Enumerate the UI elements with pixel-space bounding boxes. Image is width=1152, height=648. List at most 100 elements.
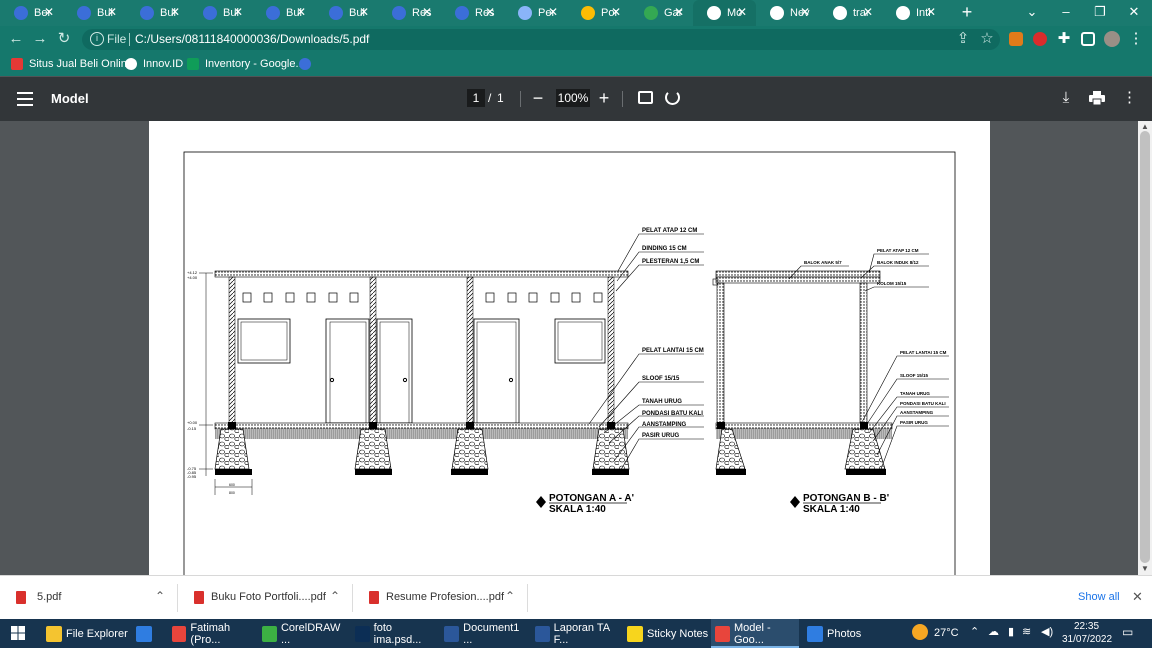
scroll-up-icon[interactable]: ▲ — [1140, 123, 1150, 131]
app-icon — [262, 625, 277, 642]
tab-close-icon[interactable]: ✕ — [610, 6, 622, 18]
tab-close-icon[interactable]: ✕ — [547, 6, 559, 18]
chevron-up-icon[interactable]: ⌃ — [155, 589, 165, 603]
taskbar-app[interactable]: Laporan TA F... — [531, 619, 621, 648]
print-icon[interactable] — [1089, 91, 1105, 105]
browser-tab[interactable]: Res ✕ — [441, 0, 504, 26]
browser-tab[interactable]: Gar ✕ — [630, 0, 693, 26]
minimize-button[interactable]: – — [1056, 3, 1076, 21]
browser-tab[interactable]: Bul ✕ — [252, 0, 315, 26]
tab-close-icon[interactable]: ✕ — [358, 6, 370, 18]
taskbar-app[interactable]: File Explorer — [42, 619, 130, 648]
zoom-input[interactable]: 100% — [556, 89, 590, 107]
tab-close-icon[interactable]: ✕ — [673, 6, 685, 18]
browser-tab[interactable]: Bul ✕ — [63, 0, 126, 26]
download-item[interactable]: Resume Profesion....pdf ⌃ — [353, 576, 528, 620]
taskbar-app[interactable]: CorelDRAW ... — [258, 619, 348, 648]
tab-close-icon[interactable]: ✕ — [925, 6, 937, 18]
sidebar-menu-icon[interactable] — [17, 92, 33, 106]
download-item[interactable]: Buku Foto Portfoli....pdf ⌃ — [178, 576, 353, 620]
taskbar-app[interactable]: Document1 ... — [440, 619, 528, 648]
show-all-link[interactable]: Show all — [1078, 591, 1120, 603]
install-app-icon[interactable]: ⇪ — [954, 30, 972, 48]
tab-close-icon[interactable]: ✕ — [232, 6, 244, 18]
tab-close-icon[interactable]: ✕ — [799, 6, 811, 18]
address-bar[interactable]: i File C:/Users/08111840000036/Downloads… — [82, 29, 1000, 50]
forward-icon[interactable]: → — [31, 30, 49, 48]
chrome-menu-icon[interactable]: ⋮ — [1127, 30, 1145, 48]
browser-tab[interactable]: Inti ✕ — [882, 0, 945, 26]
bookmark-item[interactable] — [299, 57, 317, 71]
profile-avatar[interactable] — [1104, 31, 1120, 47]
extension-icon-1[interactable] — [1009, 32, 1023, 46]
scrollbar-thumb[interactable] — [1140, 131, 1150, 563]
chevron-up-icon[interactable]: ⌃ — [505, 589, 515, 603]
clock-time[interactable]: 22:35 — [1074, 621, 1099, 632]
tab-close-icon[interactable]: ✕ — [484, 6, 496, 18]
browser-tab[interactable]: Bul ✕ — [189, 0, 252, 26]
tab-close-icon[interactable]: ✕ — [43, 6, 55, 18]
download-icon[interactable]: ⤓ — [1059, 90, 1073, 106]
taskbar-app[interactable]: Photos — [803, 619, 863, 648]
tab-favicon-icon — [329, 6, 343, 20]
browser-tab[interactable]: Bul ✕ — [315, 0, 378, 26]
chevron-up-icon[interactable]: ⌃ — [330, 589, 340, 603]
browser-tab[interactable]: Ber ✕ — [0, 0, 63, 26]
browser-tab[interactable]: Per ✕ — [504, 0, 567, 26]
side-panel-icon[interactable] — [1081, 32, 1095, 46]
close-window-button[interactable]: ✕ — [1124, 3, 1144, 21]
maximize-button[interactable]: ❐ — [1090, 3, 1110, 21]
tab-close-icon[interactable]: ✕ — [169, 6, 181, 18]
address-url[interactable]: C:/Users/08111840000036/Downloads/5.pdf — [135, 32, 369, 46]
weather-temp[interactable]: 27°C — [934, 627, 959, 639]
browser-tab[interactable]: Por ✕ — [567, 0, 630, 26]
page-number-input[interactable]: 1 — [467, 89, 485, 107]
notification-icon[interactable]: ▭ — [1122, 625, 1133, 639]
bookmark-item[interactable]: Situs Jual Beli Onlin... — [11, 57, 136, 71]
back-icon[interactable]: ← — [7, 30, 25, 48]
taskbar-app[interactable]: Fatimah (Pro... — [168, 619, 256, 648]
network-icon[interactable]: ▮ — [1008, 625, 1014, 638]
tab-close-icon[interactable]: ✕ — [295, 6, 307, 18]
taskbar-app[interactable]: Model - Goo... — [711, 619, 799, 648]
wifi-icon[interactable]: ≋ — [1022, 625, 1031, 638]
close-icon[interactable]: ✕ — [1132, 589, 1143, 605]
tab-search-icon[interactable]: ⌄ — [1022, 3, 1042, 21]
taskbar-app-label: File Explorer — [66, 627, 128, 640]
extension-icon-2[interactable] — [1033, 32, 1047, 46]
zoom-in-button[interactable]: + — [597, 89, 611, 107]
tray-chevron-icon[interactable]: ⌃ — [970, 625, 979, 638]
bookmark-item[interactable]: Innov.ID — [125, 57, 183, 71]
reload-icon[interactable]: ↻ — [55, 30, 73, 48]
browser-tab[interactable]: Mo ✕ — [693, 0, 756, 26]
browser-tab[interactable]: Bul ✕ — [126, 0, 189, 26]
more-actions-icon[interactable]: ⋮ — [1122, 90, 1137, 106]
pdf-viewer[interactable]: +4.12 +4.00 +0.00 -0.15 -0.75 -0.85 -0.9… — [0, 121, 1152, 575]
taskbar-app[interactable] — [132, 619, 166, 648]
fit-to-page-icon[interactable] — [638, 91, 653, 104]
rotate-icon[interactable] — [665, 90, 680, 105]
scroll-down-icon[interactable]: ▼ — [1140, 565, 1150, 573]
tab-close-icon[interactable]: ✕ — [421, 6, 433, 18]
taskbar-app[interactable]: Sticky Notes — [623, 619, 709, 648]
taskbar-app[interactable]: foto ima.psd... — [351, 619, 437, 648]
new-tab-button[interactable]: + — [959, 3, 975, 21]
site-info-icon[interactable]: i — [90, 32, 104, 46]
download-item[interactable]: 5.pdf ⌃ — [0, 576, 178, 620]
clock-date[interactable]: 31/07/2022 — [1062, 634, 1112, 645]
bookmark-item[interactable]: Inventory - Google... — [187, 57, 305, 71]
browser-tab[interactable]: trar ✕ — [819, 0, 882, 26]
extensions-puzzle-icon[interactable]: ✚ — [1055, 30, 1073, 48]
volume-icon[interactable]: ◀) — [1041, 625, 1053, 638]
weather-icon[interactable] — [912, 624, 928, 640]
browser-tab[interactable]: Nev ✕ — [756, 0, 819, 26]
zoom-out-button[interactable]: − — [531, 89, 545, 108]
windows-start-icon[interactable] — [11, 626, 25, 640]
vertical-scrollbar[interactable]: ▲ ▼ — [1138, 121, 1152, 575]
tab-close-icon[interactable]: ✕ — [736, 6, 748, 18]
browser-tab[interactable]: Res ✕ — [378, 0, 441, 26]
tab-close-icon[interactable]: ✕ — [862, 6, 874, 18]
bookmark-star-icon[interactable]: ☆ — [978, 30, 996, 48]
cloud-icon[interactable]: ☁ — [988, 625, 999, 638]
tab-close-icon[interactable]: ✕ — [106, 6, 118, 18]
